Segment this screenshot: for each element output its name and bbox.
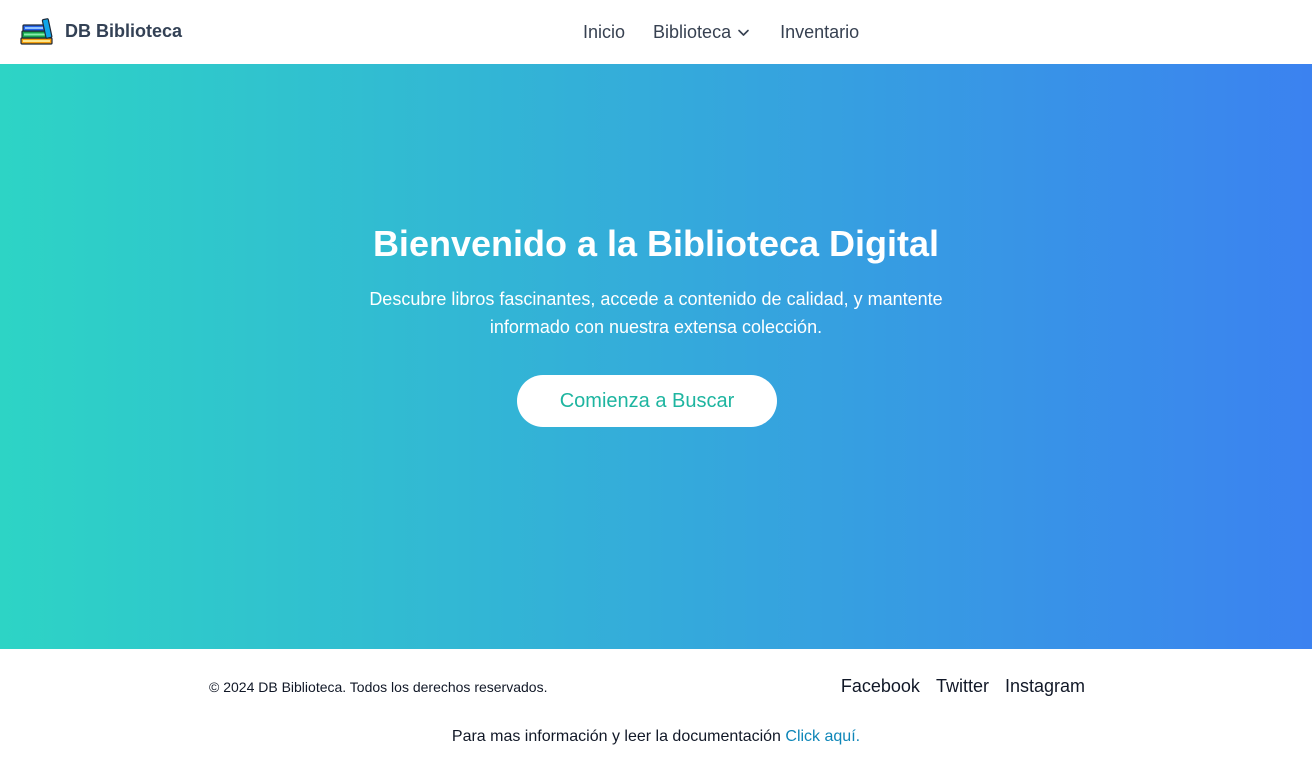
start-search-button[interactable]: Comienza a Buscar (517, 375, 777, 427)
brand-name: DB Biblioteca (65, 21, 183, 41)
nav-inventario[interactable]: Inventario (780, 20, 859, 44)
instagram-link[interactable]: Instagram (1005, 675, 1085, 697)
hero-subtitle: Descubre libros fascinantes, accede a co… (0, 285, 1312, 341)
books-stack-icon (20, 18, 53, 45)
main-nav: Inicio Biblioteca Inventario (583, 20, 859, 44)
hero-subtitle-line1: Descubre libros fascinantes, accede a co… (369, 289, 943, 309)
brand-link[interactable]: DB Biblioteca (20, 17, 182, 45)
docs-text: Para mas información y leer la documenta… (451, 728, 786, 745)
footer: © 2024 DB Biblioteca. Todos los derechos… (0, 649, 1312, 764)
social-links: Facebook Twitter Instagram (841, 675, 1085, 697)
top-navbar: DB Biblioteca Inicio Biblioteca Inventar… (0, 0, 1312, 64)
hero-title: Bienvenido a la Biblioteca Digital (372, 223, 940, 264)
hero-section: Bienvenido a la Biblioteca Digital Descu… (0, 64, 1312, 649)
docs-link[interactable]: Click aquí. (785, 728, 860, 745)
nav-inicio[interactable]: Inicio (583, 20, 625, 44)
docs-info: Para mas información y leer la documenta… (0, 727, 1312, 747)
facebook-link[interactable]: Facebook (841, 675, 920, 697)
chevron-down-icon (738, 29, 749, 36)
nav-biblioteca-dropdown[interactable]: Biblioteca (653, 20, 750, 44)
twitter-link[interactable]: Twitter (936, 675, 989, 697)
nav-biblioteca-label: Biblioteca (653, 22, 732, 42)
copyright-text: © 2024 DB Biblioteca. Todos los derechos… (209, 679, 548, 695)
hero-subtitle-line2: informado con nuestra extensa colección. (489, 317, 823, 337)
